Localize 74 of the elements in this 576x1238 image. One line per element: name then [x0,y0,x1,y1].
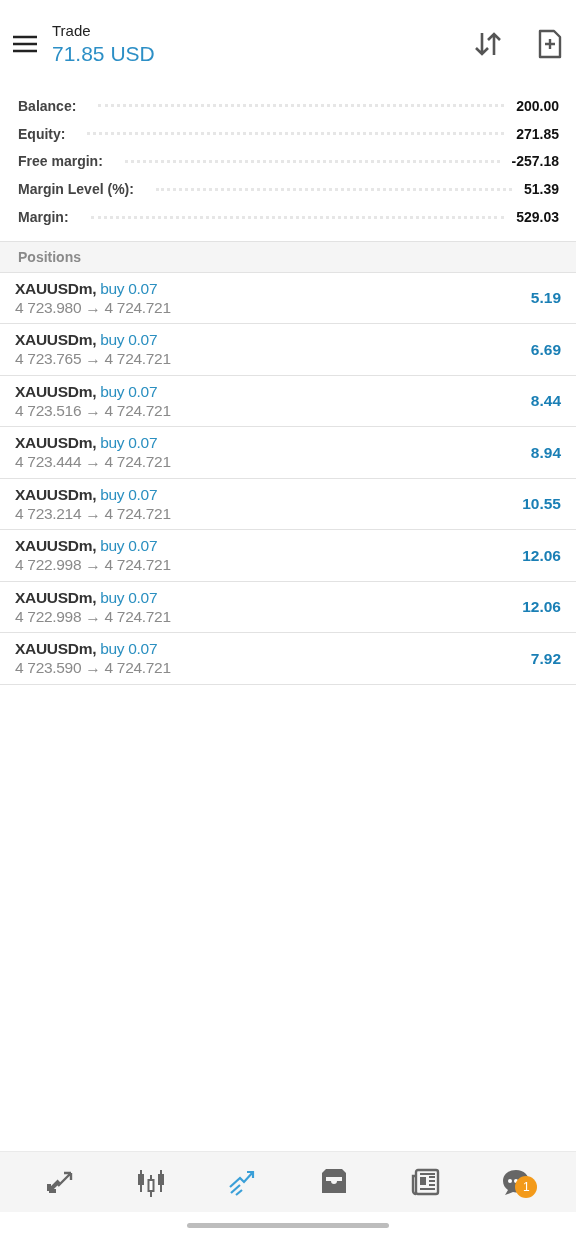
current-price: 4 724.721 [104,401,171,419]
menu-icon[interactable] [12,34,38,54]
position-symbol: XAUUSDm, [15,588,97,606]
arrow-icon: → [85,453,101,471]
arrow-icon: → [85,298,101,316]
position-row[interactable]: XAUUSDm, buy 0.07 4 723.214 → 4 724.721 10.55 [0,479,576,531]
order-type: buy 0.07 [100,279,158,297]
open-price: 4 722.998 [15,556,82,574]
summary-label: Equity: [18,125,66,142]
arrow-icon: → [85,607,101,625]
current-price: 4 724.721 [104,504,171,522]
current-price: 4 724.721 [104,607,171,625]
order-type: buy 0.07 [100,331,158,349]
position-symbol: XAUUSDm, [15,537,97,555]
current-price: 4 724.721 [104,350,171,368]
account-profit: 71.85 USD [52,42,156,66]
position-row[interactable]: XAUUSDm, buy 0.07 4 722.998 → 4 724.721 12.06 [0,582,576,634]
open-price: 4 723.590 [15,659,82,677]
notification-badge: 1 [515,1176,538,1198]
summary-label: Margin: [18,209,69,226]
order-type: buy 0.07 [100,537,158,555]
position-row[interactable]: XAUUSDm, buy 0.07 4 723.444 → 4 724.721 8.94 [0,427,576,479]
position-symbol: XAUUSDm, [15,382,97,400]
summary-label: Balance: [18,97,77,114]
position-symbol: XAUUSDm, [15,331,97,349]
position-profit: 10.55 [522,495,561,514]
arrow-icon: → [85,350,101,368]
summary-value: 200.00 [516,97,559,114]
arrow-icon: → [85,401,101,419]
order-type: buy 0.07 [100,640,158,658]
position-profit: 6.69 [530,340,561,359]
order-type: buy 0.07 [100,485,158,503]
arrow-icon: → [85,504,101,522]
new-order-icon[interactable] [538,29,562,59]
order-type: buy 0.07 [100,382,158,400]
newspaper-icon [409,1167,440,1197]
arrow-icon: → [85,659,101,677]
summary-label: Free margin: [18,153,103,170]
position-symbol: XAUUSDm, [15,279,97,297]
order-type: buy 0.07 [100,434,158,452]
position-profit: 12.06 [522,598,561,617]
open-price: 4 723.765 [15,350,82,368]
candlestick-icon [136,1167,166,1197]
position-profit: 8.44 [530,392,561,411]
summary-value: -257.18 [511,153,559,170]
position-row[interactable]: XAUUSDm, buy 0.07 4 722.998 → 4 724.721 12.06 [0,530,576,582]
summary-value: 529.03 [516,209,559,226]
position-row[interactable]: XAUUSDm, buy 0.07 4 723.980 → 4 724.721 5.19 [0,273,576,325]
position-symbol: XAUUSDm, [15,485,97,503]
open-price: 4 723.214 [15,504,82,522]
current-price: 4 724.721 [104,556,171,574]
open-price: 4 723.444 [15,453,82,471]
arrow-icon: → [85,556,101,574]
open-price: 4 722.998 [15,607,82,625]
position-profit: 7.92 [530,649,561,668]
order-type: buy 0.07 [100,588,158,606]
summary-value: 271.85 [516,125,559,142]
open-price: 4 723.516 [15,401,82,419]
position-profit: 12.06 [522,546,561,565]
screen-title: Trade [52,22,92,39]
position-row[interactable]: XAUUSDm, buy 0.07 4 723.590 → 4 724.721 7.92 [0,633,576,685]
position-symbol: XAUUSDm, [15,434,97,452]
position-profit: 5.19 [530,289,561,308]
position-symbol: XAUUSDm, [15,640,97,658]
section-title: Positions [18,249,81,265]
position-row[interactable]: XAUUSDm, buy 0.07 4 723.765 → 4 724.721 6.69 [0,324,576,376]
current-price: 4 724.721 [104,453,171,471]
position-row[interactable]: XAUUSDm, buy 0.07 4 723.516 → 4 724.721 8.44 [0,376,576,428]
open-price: 4 723.980 [15,298,82,316]
summary-label: Margin Level (%): [18,181,134,198]
current-price: 4 724.721 [104,298,171,316]
current-price: 4 724.721 [104,659,171,677]
summary-value: 51.39 [523,181,559,198]
position-profit: 8.94 [530,443,561,462]
